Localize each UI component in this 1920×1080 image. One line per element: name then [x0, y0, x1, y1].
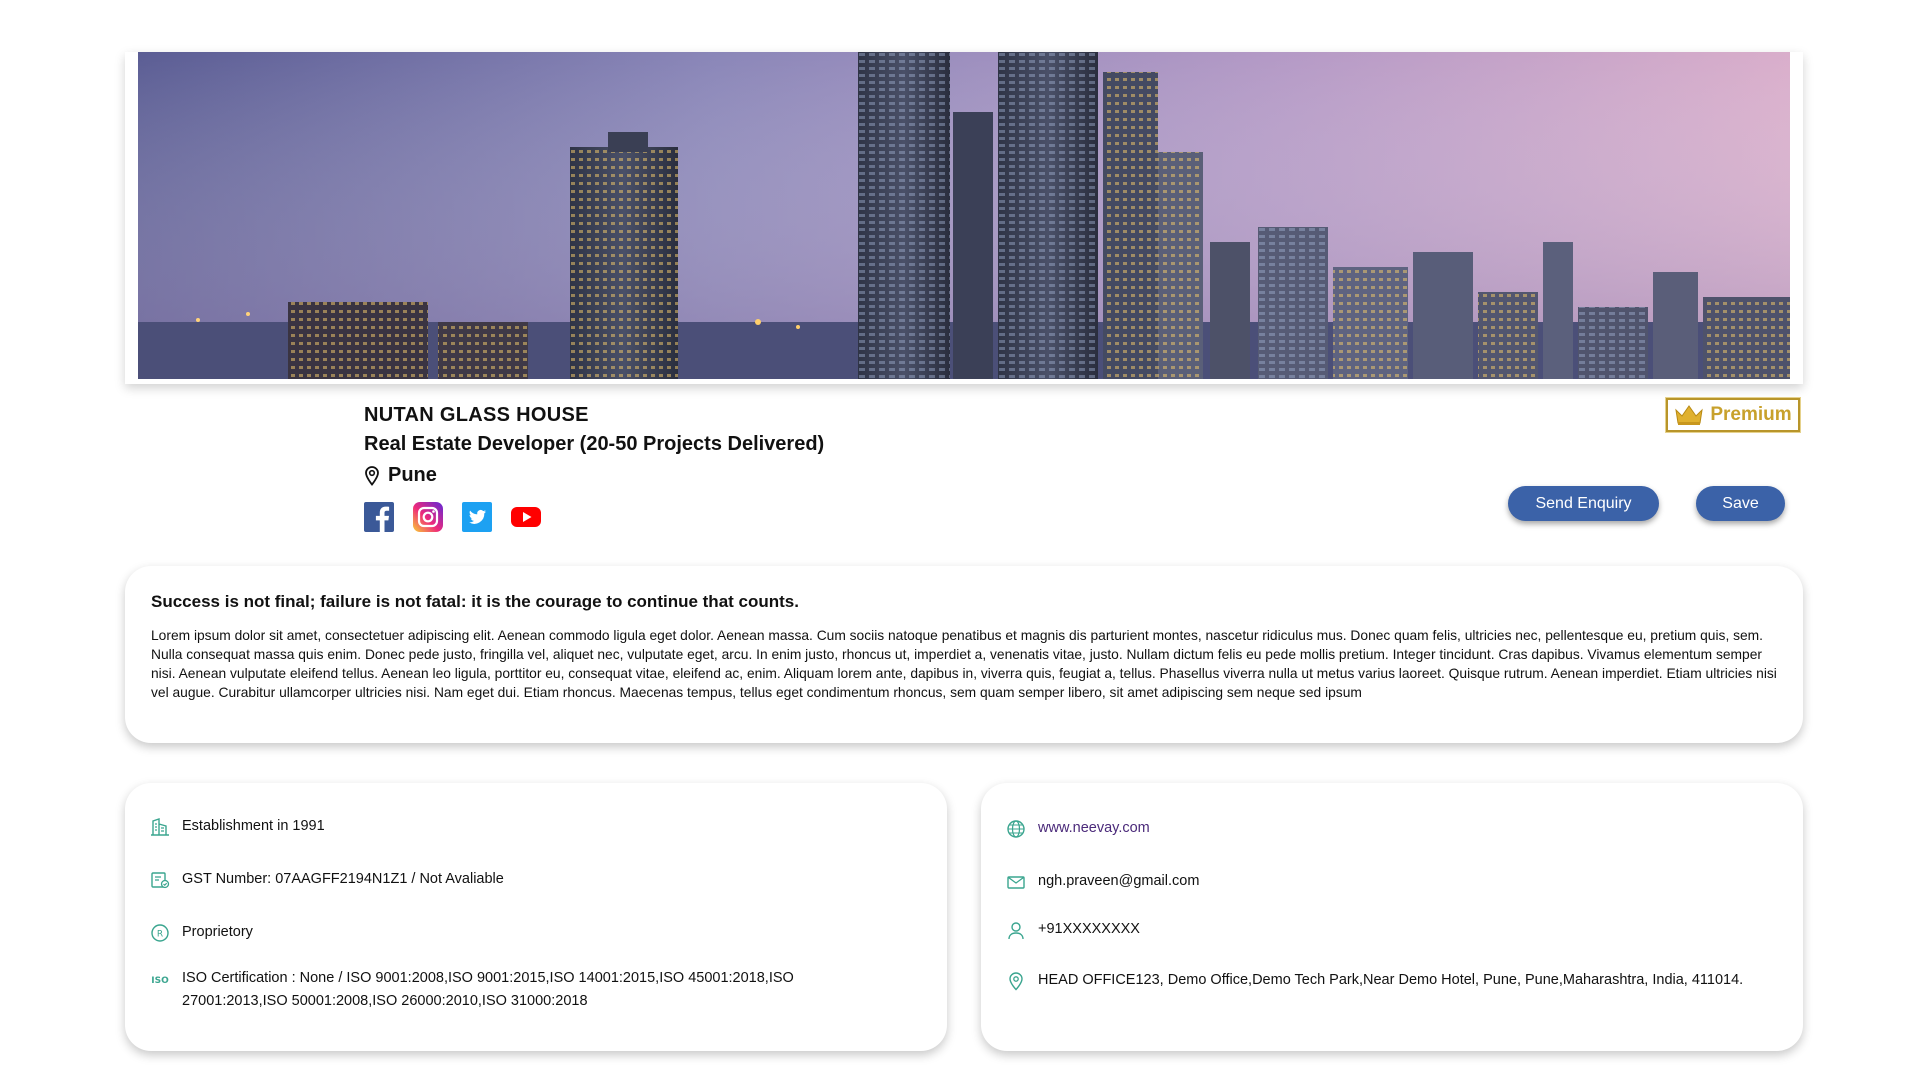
- company-details-card: Establishment in 1991 GST Number: 07AAGF…: [125, 783, 947, 1051]
- company-location: Pune: [364, 464, 437, 487]
- svg-text:R: R: [157, 930, 163, 940]
- location-pin-icon: [1009, 972, 1023, 991]
- about-card: Success is not final; failure is not fat…: [125, 566, 1803, 743]
- location-pin-icon: [365, 465, 379, 486]
- ownership-row: R Proprietory: [150, 921, 253, 944]
- iso-row: ISO ISO Certification : None / ISO 9001:…: [150, 967, 794, 1013]
- facebook-icon[interactable]: [364, 502, 394, 532]
- premium-badge: Premium: [1666, 398, 1800, 432]
- registered-icon: R: [151, 924, 169, 942]
- premium-label: Premium: [1710, 404, 1792, 425]
- banner-card: [125, 52, 1803, 384]
- social-links: [364, 502, 541, 532]
- address-text: HEAD OFFICE123, Demo Office,Demo Tech Pa…: [1038, 972, 1744, 988]
- establishment-text: Establishment in 1991: [182, 818, 325, 834]
- email-row: ngh.praveen@gmail.com: [1006, 870, 1199, 893]
- company-description: Lorem ipsum dolor sit amet, consectetuer…: [151, 628, 1777, 700]
- svg-text:ISO: ISO: [151, 976, 169, 986]
- company-quote: Success is not final; failure is not fat…: [151, 592, 799, 611]
- send-enquiry-button[interactable]: Send Enquiry: [1508, 486, 1659, 521]
- gst-row: GST Number: 07AAGFF2194N1Z1 / Not Avalia…: [150, 868, 504, 891]
- save-button[interactable]: Save: [1696, 486, 1785, 521]
- establishment-row: Establishment in 1991: [150, 815, 325, 838]
- cover-image: [138, 52, 1790, 379]
- user-icon: [1008, 922, 1024, 940]
- iso-text-line1: ISO Certification : None / ISO 9001:2008…: [182, 970, 794, 986]
- youtube-icon[interactable]: [511, 502, 541, 532]
- company-name: NUTAN GLASS HOUSE: [364, 404, 589, 426]
- website-row: www.neevay.com: [1006, 817, 1150, 840]
- iso-text: ISO Certification : None / ISO 9001:2008…: [182, 967, 794, 1013]
- website-link[interactable]: www.neevay.com: [1038, 817, 1150, 840]
- instagram-icon[interactable]: [413, 502, 443, 532]
- building-icon: [151, 818, 169, 836]
- mail-icon: [1007, 876, 1025, 889]
- phone-text[interactable]: +91XXXXXXXX: [1038, 918, 1140, 941]
- iso-text-line2: 27001:2013,ISO 50001:2008,ISO 26000:2010…: [182, 993, 588, 1009]
- email-text[interactable]: ngh.praveen@gmail.com: [1038, 870, 1199, 893]
- contact-card: www.neevay.com ngh.praveen@gmail.com +91…: [981, 783, 1803, 1051]
- crown-icon: [1675, 405, 1704, 425]
- ownership-text: Proprietory: [182, 924, 253, 940]
- globe-icon: [1007, 820, 1025, 838]
- city-label: Pune: [388, 464, 437, 486]
- phone-row: +91XXXXXXXX: [1006, 918, 1140, 941]
- twitter-icon[interactable]: [462, 502, 492, 532]
- gst-text: GST Number: 07AAGFF2194N1Z1 / Not Avalia…: [182, 871, 504, 887]
- company-type: Real Estate Developer (20-50 Projects De…: [364, 433, 825, 455]
- gst-document-icon: [151, 872, 170, 889]
- address-row: HEAD OFFICE123, Demo Office,Demo Tech Pa…: [1006, 969, 1743, 992]
- iso-icon: ISO: [151, 976, 169, 986]
